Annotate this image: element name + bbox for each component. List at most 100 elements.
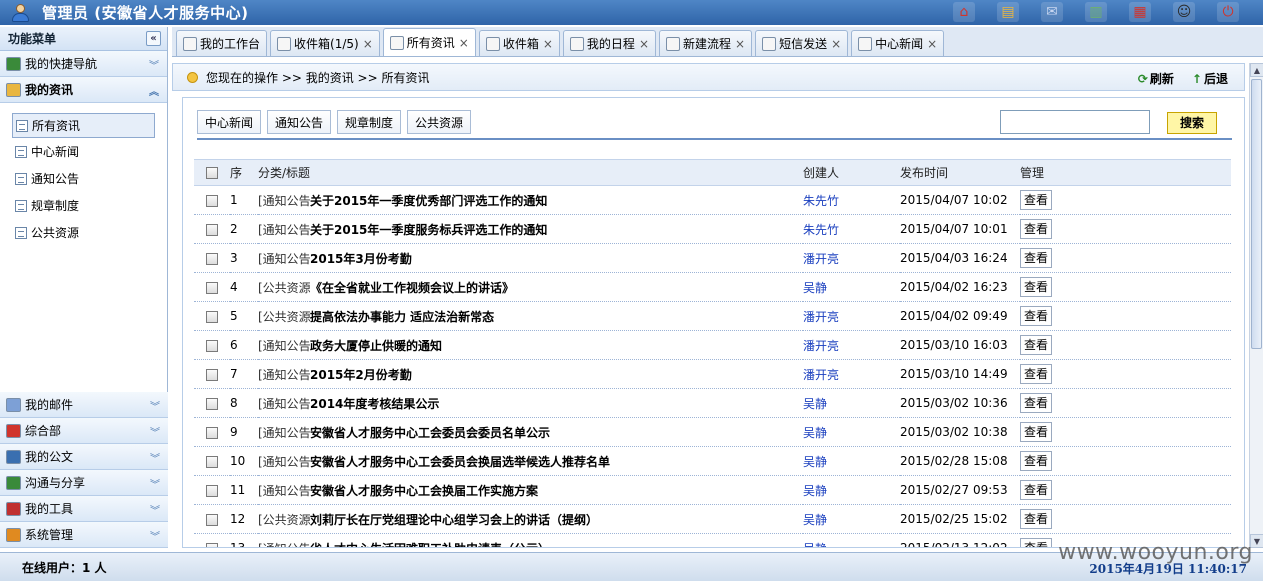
sidebar-group[interactable]: 我的工具 ︾ [0, 496, 168, 522]
view-button[interactable]: 查看 [1020, 306, 1053, 326]
sidebar-subitem[interactable]: 公共资源 [12, 219, 167, 246]
row-author-link[interactable]: 吴静 [803, 533, 901, 547]
refresh-button[interactable]: ⟳ 刷新 [1138, 70, 1174, 87]
chevron-down-icon[interactable]: ︾ [150, 450, 160, 465]
close-icon[interactable]: × [831, 37, 841, 51]
row-author-link[interactable]: 吴静 [803, 388, 901, 418]
view-button[interactable]: 查看 [1020, 480, 1053, 500]
category-filter-button[interactable]: 规章制度 [337, 110, 402, 134]
row-title-link[interactable]: 关于2015年一季度优秀部门评选工作的通知 [310, 185, 804, 215]
row-title-link[interactable]: 省人才中心生活困难职工补助申请表（公示） [310, 533, 804, 547]
close-icon[interactable]: × [363, 37, 373, 51]
sidebar-group[interactable]: 沟通与分享 ︾ [0, 470, 168, 496]
calendar-icon[interactable]: ▦ [1129, 2, 1151, 22]
view-button[interactable]: 查看 [1020, 509, 1053, 529]
row-title-link[interactable]: 关于2015年一季度服务标兵评选工作的通知 [310, 214, 804, 244]
chevron-down-icon[interactable]: ︾ [150, 398, 160, 413]
row-checkbox[interactable] [206, 223, 218, 236]
row-author-link[interactable]: 潘开亮 [803, 330, 901, 360]
view-button[interactable]: 查看 [1020, 364, 1053, 384]
sidebar-subitem[interactable]: 中心新闻 [12, 138, 167, 165]
view-button[interactable]: 查看 [1020, 393, 1053, 413]
row-author-link[interactable]: 潘开亮 [803, 359, 901, 389]
vertical-scrollbar[interactable]: ▲ ▼ [1249, 63, 1263, 548]
close-icon[interactable]: × [927, 37, 937, 51]
close-icon[interactable]: × [459, 36, 469, 50]
sidebar-group[interactable]: 系统管理 ︾ [0, 522, 168, 548]
row-title-link[interactable]: 政务大厦停止供暖的通知 [310, 330, 804, 360]
row-checkbox[interactable] [206, 513, 218, 526]
view-button[interactable]: 查看 [1020, 277, 1053, 297]
sidebar-group[interactable]: 我的公文 ︾ [0, 444, 168, 470]
row-checkbox[interactable] [206, 397, 218, 410]
row-checkbox[interactable] [206, 368, 218, 381]
row-author-link[interactable]: 潘开亮 [803, 301, 901, 331]
home-icon[interactable]: ⌂ [953, 2, 975, 22]
row-title-link[interactable]: 提高依法办事能力 适应法治新常态 [310, 301, 804, 331]
row-checkbox[interactable] [206, 310, 218, 323]
tab[interactable]: 收件箱 × [478, 30, 560, 56]
chevron-down-icon[interactable]: ︾ [150, 476, 160, 491]
user-icon[interactable]: ☺ [1173, 2, 1195, 22]
row-title-link[interactable]: 《在全省就业工作视频会议上的讲话》 [310, 272, 804, 302]
sidebar-subitem[interactable]: 规章制度 [12, 192, 167, 219]
category-filter-button[interactable]: 通知公告 [267, 110, 332, 134]
mail-icon[interactable]: ✉ [1041, 2, 1063, 22]
view-button[interactable]: 查看 [1020, 422, 1053, 442]
row-author-link[interactable]: 吴静 [803, 272, 901, 302]
sidebar-subitem[interactable]: 通知公告 [12, 165, 167, 192]
view-button[interactable]: 查看 [1020, 451, 1053, 471]
row-checkbox[interactable] [206, 542, 218, 547]
row-checkbox[interactable] [206, 339, 218, 352]
row-author-link[interactable]: 朱先竹 [803, 185, 901, 215]
tab[interactable]: 新建流程 × [659, 30, 753, 56]
row-title-link[interactable]: 2015年3月份考勤 [310, 243, 804, 273]
view-button[interactable]: 查看 [1020, 219, 1053, 239]
view-button[interactable]: 查看 [1020, 538, 1053, 547]
close-icon[interactable]: × [735, 37, 745, 51]
collapse-sidebar-icon[interactable]: « [146, 31, 161, 46]
chevron-down-icon[interactable]: ︾ [150, 502, 160, 517]
sidebar-group[interactable]: 我的邮件 ︾ [0, 392, 168, 418]
select-all-checkbox[interactable] [206, 167, 218, 179]
category-filter-button[interactable]: 公共资源 [407, 110, 472, 134]
close-icon[interactable]: × [543, 37, 553, 51]
chevron-up-icon[interactable]: ︽ [149, 83, 159, 98]
sidebar-group[interactable]: 综合部 ︾ [0, 418, 168, 444]
sidebar-group[interactable]: 我的资讯 ︽ [0, 77, 167, 103]
scrollbar-thumb[interactable] [1251, 79, 1262, 349]
row-checkbox[interactable] [206, 281, 218, 294]
sidebar-group[interactable]: 我的快捷导航 ︾ [0, 51, 167, 77]
tab[interactable]: 我的工作台 [176, 30, 268, 56]
search-input[interactable] [1000, 110, 1150, 134]
row-checkbox[interactable] [206, 252, 218, 265]
close-icon[interactable]: × [639, 37, 649, 51]
tab[interactable]: 所有资讯 × [382, 28, 476, 56]
row-author-link[interactable]: 潘开亮 [803, 243, 901, 273]
view-button[interactable]: 查看 [1020, 190, 1053, 210]
row-author-link[interactable]: 吴静 [803, 504, 901, 534]
search-button[interactable]: 搜索 [1167, 112, 1217, 134]
sidebar-subitem[interactable]: 所有资讯 [12, 113, 155, 138]
view-button[interactable]: 查看 [1020, 335, 1053, 355]
address-book-icon[interactable]: ▥ [1085, 2, 1107, 22]
row-checkbox[interactable] [206, 484, 218, 497]
row-author-link[interactable]: 吴静 [803, 475, 901, 505]
tab[interactable]: 短信发送 × [755, 30, 849, 56]
row-title-link[interactable]: 安徽省人才服务中心工会委员会换届选举候选人推荐名单 [310, 446, 804, 476]
back-button[interactable]: ↑ 后退 [1192, 70, 1228, 87]
row-author-link[interactable]: 吴静 [803, 417, 901, 447]
tab[interactable]: 收件箱(1/5) × [270, 30, 380, 56]
scroll-up-arrow-icon[interactable]: ▲ [1250, 63, 1263, 77]
row-title-link[interactable]: 2014年度考核结果公示 [310, 388, 804, 418]
category-filter-button[interactable]: 中心新闻 [197, 110, 262, 134]
clipboard-icon[interactable]: ▤ [997, 2, 1019, 22]
row-title-link[interactable]: 2015年2月份考勤 [310, 359, 804, 389]
row-title-link[interactable]: 安徽省人才服务中心工会委员会委员名单公示 [310, 417, 804, 447]
row-checkbox[interactable] [206, 426, 218, 439]
row-author-link[interactable]: 吴静 [803, 446, 901, 476]
row-checkbox[interactable] [206, 455, 218, 468]
tab[interactable]: 我的日程 × [562, 30, 656, 56]
chevron-down-icon[interactable]: ︾ [150, 424, 160, 439]
row-title-link[interactable]: 安徽省人才服务中心工会换届工作实施方案 [310, 475, 804, 505]
